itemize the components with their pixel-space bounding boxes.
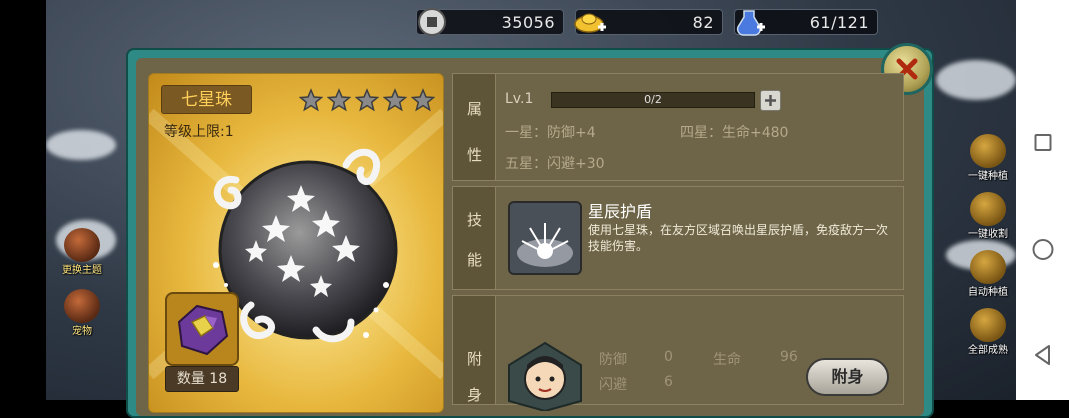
attribute-line: 五星：闪避+30 (505, 156, 605, 172)
side-item-label: 更换主题 (62, 265, 102, 276)
android-nav-bar (1016, 0, 1069, 400)
all-mature-button[interactable]: 全部成熟 (962, 304, 1014, 356)
skill-tab-label: 技 能 (453, 187, 496, 289)
stat-label: 生命 (713, 352, 741, 368)
auto-plant-button[interactable]: 自动种植 (962, 246, 1014, 298)
material-item-slot[interactable] (165, 292, 239, 366)
level-text: Lv.1 (505, 91, 534, 107)
pet-icon (64, 289, 100, 323)
section-label-char: 技 (466, 211, 482, 229)
stamina-value: 61/121 (809, 13, 869, 32)
section-label-char: 能 (466, 251, 482, 269)
attach-button[interactable]: 附身 (806, 358, 889, 396)
star-icon (299, 88, 323, 112)
side-item-label: 自动种植 (968, 287, 1008, 298)
sickle-icon (970, 192, 1006, 226)
side-item-label: 全部成熟 (968, 345, 1008, 356)
theme-icon (64, 228, 100, 262)
item-quantity: 数量 18 (165, 366, 239, 392)
section-label-char: 身 (466, 386, 482, 404)
section-label-char: 附 (466, 350, 482, 368)
attach-tab-label: 附 身 (453, 296, 496, 404)
stat-value: 96 (780, 349, 798, 365)
snow-patch (46, 130, 116, 160)
star-rating (299, 88, 435, 112)
item-name: 七星珠 (161, 85, 252, 114)
star-icon (383, 88, 407, 112)
attributes-tab-label: 属 性 (453, 74, 496, 180)
coin-icon (418, 8, 446, 36)
coin-counter: 35056 (416, 8, 564, 36)
upgrade-progress-bar: 0/2 (551, 92, 755, 108)
gold-ingot-icon (574, 13, 606, 33)
change-theme-button[interactable]: 更换主题 (56, 224, 108, 276)
section-label-char: 性 (466, 146, 482, 164)
auto-plant-icon (970, 250, 1006, 284)
recent-apps-button[interactable] (1034, 134, 1051, 151)
side-item-label: 一键种植 (968, 171, 1008, 182)
potion-icon (736, 10, 765, 36)
side-item-label: 宠物 (72, 326, 92, 337)
star-icon (355, 88, 379, 112)
back-button[interactable] (1033, 344, 1053, 366)
attribute-line: 一星：防御+4 (505, 125, 596, 141)
plus-icon (765, 95, 776, 106)
attached-character-icon[interactable] (505, 341, 585, 411)
one-click-harvest-button[interactable]: 一键收割 (962, 188, 1014, 240)
seed-bag-icon (970, 134, 1006, 168)
home-button[interactable] (1032, 239, 1053, 260)
attribute-line: 四星：生命+480 (680, 125, 789, 141)
star-icon (327, 88, 351, 112)
star-shield-skill-icon (508, 201, 582, 275)
stat-label: 闪避 (599, 377, 627, 393)
skill-name: 星辰护盾 (588, 202, 653, 221)
skill-description: 使用七星珠，在友方区域召唤出星辰护盾，免疫敌方一次技能伤害。 (588, 223, 889, 253)
ingot-counter[interactable]: 82 (574, 9, 723, 35)
star-icon (411, 88, 435, 112)
progress-text: 0/2 (644, 93, 662, 106)
section-label-char: 属 (466, 100, 482, 118)
one-click-plant-button[interactable]: 一键种植 (962, 130, 1014, 182)
stat-label: 防御 (599, 352, 627, 368)
harvest-icon (970, 308, 1006, 342)
coin-value: 35056 (501, 13, 555, 32)
stamina-counter[interactable]: 61/121 (734, 9, 878, 36)
shield-burst-icon (510, 203, 580, 273)
side-item-label: 一键收割 (968, 229, 1008, 240)
snow-patch (936, 60, 1016, 100)
purple-ore-icon (177, 304, 229, 356)
screen-left-edge (0, 0, 46, 400)
ingot-value: 82 (692, 13, 714, 32)
stat-value: 6 (664, 374, 673, 390)
add-upgrade-button[interactable] (760, 90, 781, 111)
stat-value: 0 (664, 349, 673, 365)
pet-button[interactable]: 宠物 (56, 285, 108, 337)
